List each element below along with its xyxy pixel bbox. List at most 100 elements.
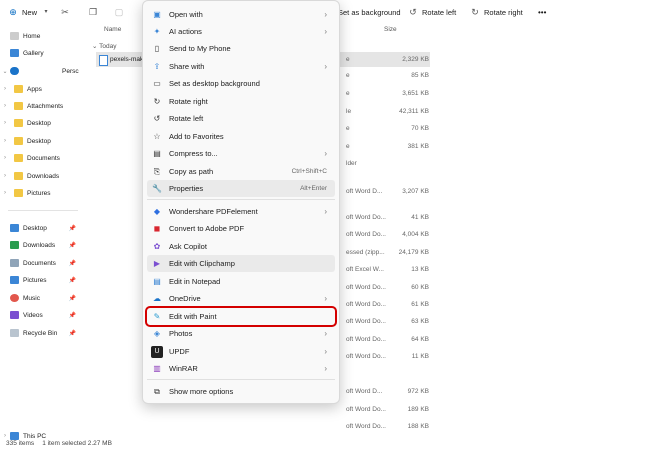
- nav-folder-label: Desktop: [27, 119, 51, 127]
- new-button[interactable]: ⊕ New ▾: [8, 0, 51, 24]
- menu-item-show-more-options[interactable]: ⧉ Show more options: [147, 383, 335, 400]
- file-size: 972 KB: [407, 388, 429, 395]
- menu-item-compress-to[interactable]: ▤ Compress to... ›: [147, 145, 335, 162]
- folder-icon: [14, 189, 23, 197]
- nav-divider: [8, 210, 78, 211]
- menu-item-edit-in-notepad[interactable]: ▤ Edit in Notepad: [147, 273, 335, 290]
- nav-quick-documents[interactable]: Documents 📌: [0, 255, 86, 271]
- menu-item-properties[interactable]: 🔧 Properties Alt+Enter: [147, 180, 335, 197]
- menu-item-share-with[interactable]: ⇪ Share with ›: [147, 58, 335, 75]
- paste-button[interactable]: ▢: [114, 0, 124, 24]
- set-as-background-label: Set as background: [338, 7, 401, 17]
- updf-icon: U: [151, 345, 163, 358]
- nav-quick-recycle-bin[interactable]: Recycle Bin 📌: [0, 325, 86, 341]
- nav-quick-label: Recycle Bin: [23, 329, 58, 337]
- nav-folder-attachments[interactable]: › Attachments: [0, 98, 86, 114]
- copy-button[interactable]: ❐: [88, 0, 98, 24]
- nav-home[interactable]: Home: [0, 28, 86, 44]
- menu-item-copy-as-path[interactable]: ⎘ Copy as path Ctrl+Shift+C: [147, 163, 335, 180]
- menu-shortcut: Ctrl+Shift+C: [291, 168, 327, 175]
- table-row[interactable]: oft Word Do... 188 KB: [96, 419, 430, 434]
- rotate-right-label: Rotate right: [484, 7, 523, 17]
- nav-folder-desktop[interactable]: › Desktop: [0, 115, 86, 131]
- menu-item-edit-with-paint[interactable]: ✎ Edit with Paint: [145, 306, 337, 327]
- nav-quick-videos[interactable]: Videos 📌: [0, 307, 86, 323]
- menu-item-ask-copilot[interactable]: ✿ Ask Copilot: [147, 238, 335, 255]
- file-size: 42,311 KB: [399, 108, 429, 115]
- file-type: oft Word Do...: [346, 406, 386, 413]
- nav-folder-desktop-2[interactable]: › Desktop: [0, 133, 86, 149]
- rotate-left-button[interactable]: ↺ Rotate left: [408, 0, 456, 24]
- file-type: lder: [346, 160, 357, 167]
- column-header-name[interactable]: Name: [104, 26, 121, 33]
- menu-item-label: Open with: [169, 10, 203, 19]
- folder-icon: [14, 154, 23, 162]
- column-header-size[interactable]: Size: [384, 26, 397, 33]
- file-type: e: [346, 125, 350, 132]
- file-type: le: [346, 108, 352, 115]
- nav-quick-label: Music: [23, 294, 40, 302]
- menu-item-updf[interactable]: U UPDF ›: [147, 343, 335, 360]
- group-header-today[interactable]: ⌄ Today: [92, 42, 117, 50]
- more-button[interactable]: •••: [538, 0, 546, 24]
- menu-item-onedrive[interactable]: ☁ OneDrive ›: [147, 290, 335, 307]
- file-type: e: [346, 143, 350, 150]
- nav-gallery[interactable]: Gallery: [0, 45, 86, 61]
- item-count: 335 items: [6, 439, 35, 447]
- menu-item-label: Add to Favorites: [169, 132, 224, 141]
- nav-folder-downloads[interactable]: › Downloads: [0, 168, 86, 184]
- file-size: 11 KB: [411, 353, 429, 360]
- file-type: oft Word Do...: [346, 231, 386, 238]
- file-size: 61 KB: [411, 301, 429, 308]
- rotate-left-label: Rotate left: [422, 7, 457, 17]
- menu-item-open-with[interactable]: ▣ Open with ›: [147, 6, 335, 23]
- menu-item-winrar[interactable]: ▥ WinRAR ›: [147, 360, 335, 377]
- nav-folder-apps[interactable]: › Apps: [0, 81, 86, 97]
- nav-folder-label: Apps: [27, 85, 42, 93]
- menu-item-send-to-my-phone[interactable]: ▯ Send to My Phone: [147, 40, 335, 57]
- menu-item-rotate-left[interactable]: ↺ Rotate left: [147, 110, 335, 127]
- folder-icon: [14, 137, 23, 145]
- file-type: oft Word Do...: [346, 353, 386, 360]
- menu-item-label: Convert to Adobe PDF: [169, 224, 245, 233]
- phone-icon: ▯: [154, 44, 160, 53]
- pin-icon: 📌: [68, 295, 76, 302]
- menu-item-label: Edit with Paint: [169, 312, 217, 321]
- menu-item-ai-actions[interactable]: ✦ AI actions ›: [147, 23, 335, 40]
- copilot-icon: ✿: [153, 242, 161, 251]
- share-icon: ⇪: [153, 62, 161, 71]
- set-as-background-button[interactable]: Set as background: [338, 0, 401, 24]
- menu-item-wondershare-pdfelement[interactable]: ◆ Wondershare PDFelement ›: [147, 203, 335, 220]
- desktop-icon: [10, 224, 19, 232]
- cut-button[interactable]: ✂: [60, 0, 70, 24]
- menu-item-label: WinRAR: [169, 364, 198, 373]
- nav-quick-pictures[interactable]: Pictures 📌: [0, 272, 86, 288]
- chevron-right-icon: ›: [4, 103, 6, 109]
- notepad-icon: ▤: [153, 277, 161, 286]
- context-menu: ▣ Open with › ✦ AI actions › ▯ Send to My Phone…: [142, 0, 340, 404]
- nav-folder-pictures[interactable]: › Pictures: [0, 185, 86, 201]
- nav-onedrive[interactable]: ⌄ Persc: [0, 63, 86, 79]
- nav-quick-desktop[interactable]: Desktop 📌: [0, 220, 86, 236]
- menu-item-set-as-desktop-background[interactable]: ▭ Set as desktop background: [147, 75, 335, 92]
- menu-item-photos[interactable]: ◈ Photos ›: [147, 325, 335, 342]
- chevron-right-icon: ›: [4, 155, 6, 161]
- winrar-icon: ▥: [153, 364, 161, 373]
- nav-folder-documents[interactable]: › Documents: [0, 150, 86, 166]
- menu-item-add-to-favorites[interactable]: ☆ Add to Favorites: [147, 128, 335, 145]
- table-row[interactable]: oft Word Do... 189 KB: [96, 402, 430, 417]
- menu-item-label: Share with: [169, 62, 205, 71]
- pictures-icon: [10, 276, 19, 284]
- menu-item-rotate-right[interactable]: ↻ Rotate right: [147, 93, 335, 110]
- rotate-right-button[interactable]: ↻ Rotate right: [470, 0, 523, 24]
- menu-separator: [147, 379, 335, 380]
- properties-icon: 🔧: [152, 184, 162, 193]
- chevron-right-icon: ›: [324, 347, 327, 356]
- nav-quick-label: Downloads: [23, 241, 56, 249]
- nav-quick-downloads[interactable]: Downloads 📌: [0, 237, 86, 253]
- menu-item-convert-to-adobe-pdf[interactable]: ◼ Convert to Adobe PDF: [147, 220, 335, 237]
- rotate-left-icon: ↺: [409, 7, 417, 17]
- menu-item-edit-with-clipchamp[interactable]: ▶ Edit with Clipchamp: [147, 255, 335, 272]
- file-size: 381 KB: [407, 143, 429, 150]
- nav-quick-music[interactable]: Music 📌: [0, 290, 86, 306]
